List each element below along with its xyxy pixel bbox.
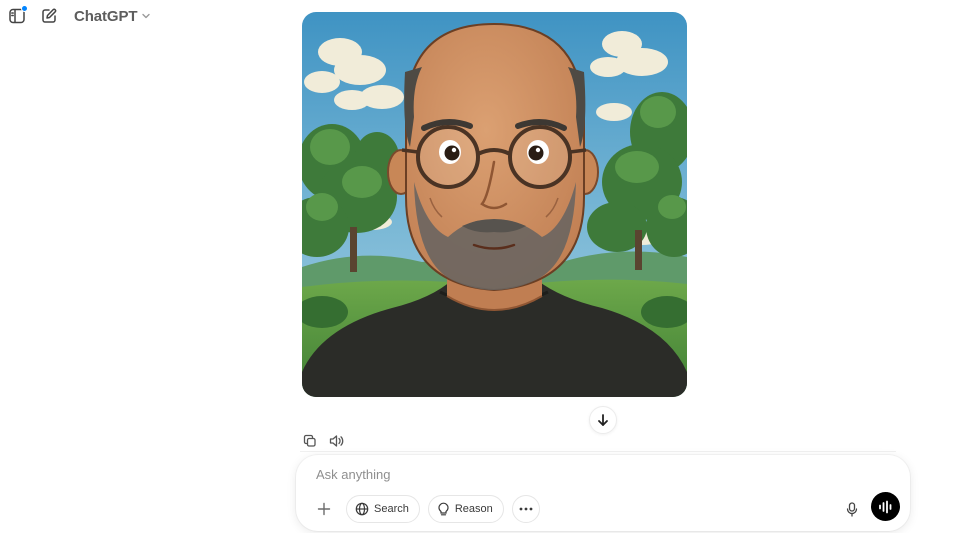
- lightbulb-icon: [437, 502, 450, 516]
- voice-mode-button[interactable]: [871, 492, 900, 521]
- attach-button[interactable]: [310, 495, 338, 523]
- read-aloud-button[interactable]: [326, 431, 346, 451]
- copy-button[interactable]: [300, 431, 320, 451]
- copy-icon: [303, 434, 317, 448]
- globe-icon: [355, 502, 369, 516]
- microphone-icon: [846, 501, 858, 517]
- search-button[interactable]: Search: [346, 495, 420, 523]
- composer: Search Reason: [296, 455, 910, 531]
- voice-wave-icon: [878, 500, 893, 514]
- more-tools-button[interactable]: [511, 495, 540, 523]
- model-selector[interactable]: ChatGPT: [67, 3, 158, 29]
- reason-button[interactable]: Reason: [427, 495, 504, 523]
- search-label: Search: [374, 503, 409, 515]
- speaker-icon: [329, 434, 344, 448]
- message-actions: [300, 431, 346, 451]
- sidebar-toggle-button[interactable]: [3, 2, 31, 30]
- ellipsis-icon: [519, 507, 533, 511]
- plus-icon: [317, 502, 331, 516]
- edit-icon: [40, 7, 58, 25]
- chevron-down-icon: [141, 11, 151, 21]
- generated-image[interactable]: [302, 12, 687, 397]
- composer-tools: Search Reason: [310, 495, 540, 523]
- model-name: ChatGPT: [74, 7, 138, 25]
- dictate-button[interactable]: [838, 495, 866, 523]
- notification-dot: [21, 5, 28, 12]
- prompt-input[interactable]: [316, 463, 876, 485]
- scroll-to-bottom-button[interactable]: [589, 406, 617, 434]
- arrow-down-icon: [596, 413, 610, 427]
- divider: [300, 451, 896, 452]
- reason-label: Reason: [454, 503, 493, 515]
- new-chat-button[interactable]: [35, 2, 63, 30]
